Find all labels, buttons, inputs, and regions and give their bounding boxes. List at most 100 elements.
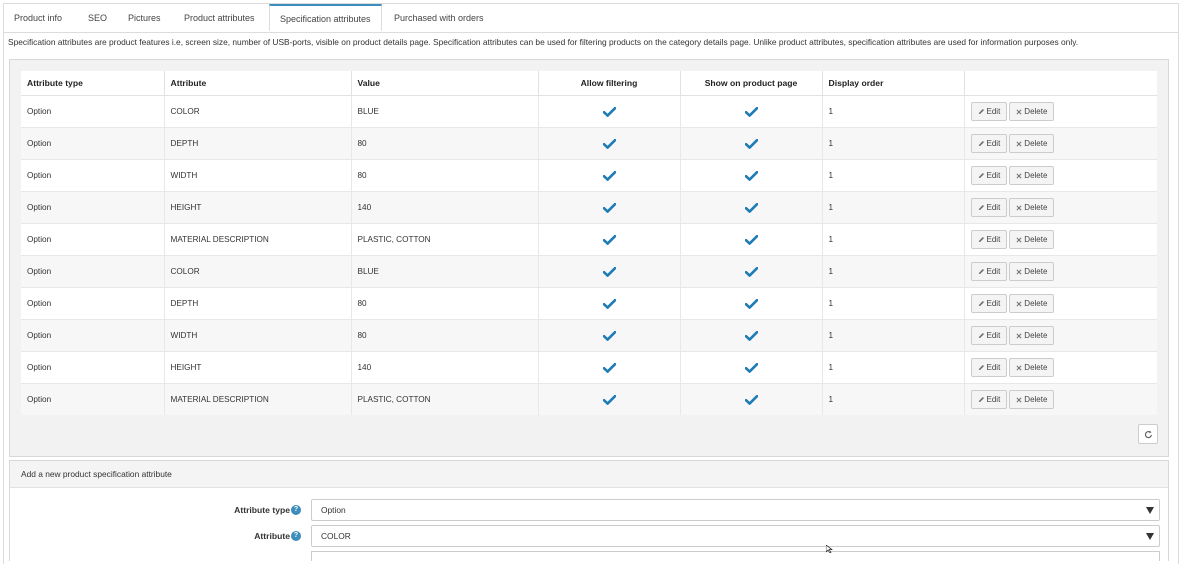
checkmark-icon — [602, 362, 616, 373]
tab-purchased-with-orders[interactable]: Purchased with orders — [384, 4, 494, 32]
cell-attribute-type: Option — [21, 191, 165, 224]
cell-show-on-product-page — [680, 383, 823, 415]
col-attribute[interactable]: Attribute — [164, 71, 352, 96]
cell-actions: Edit Delete — [964, 287, 1157, 320]
x-icon — [1016, 173, 1022, 179]
cell-display-order: 1 — [822, 319, 965, 352]
refresh-icon — [1144, 430, 1152, 438]
delete-label: Delete — [1024, 299, 1048, 308]
cell-attribute: DEPTH — [164, 127, 352, 160]
col-attribute-type[interactable]: Attribute type — [21, 71, 165, 96]
refresh-button[interactable] — [1138, 424, 1158, 444]
edit-button[interactable]: Edit — [970, 198, 1008, 217]
delete-button[interactable]: Delete — [1009, 102, 1055, 121]
cell-display-order: 1 — [822, 287, 965, 320]
cell-allow-filtering — [538, 255, 681, 288]
cell-attribute: COLOR — [164, 255, 352, 288]
cell-allow-filtering — [538, 319, 681, 352]
checkmark-icon — [744, 202, 758, 213]
checkmark-icon — [744, 138, 758, 149]
attribute-type-row: Attribute type ? Option — [10, 499, 1168, 521]
col-show-on-product-page[interactable]: Show on product page — [680, 71, 823, 96]
edit-button[interactable]: Edit — [970, 294, 1008, 313]
delete-button[interactable]: Delete — [1009, 294, 1055, 313]
cell-allow-filtering — [538, 383, 681, 415]
checkmark-icon — [602, 138, 616, 149]
edit-button[interactable]: Edit — [970, 358, 1008, 377]
cell-show-on-product-page — [680, 223, 823, 256]
edit-label: Edit — [986, 171, 1001, 180]
checkmark-icon — [744, 330, 758, 341]
edit-button[interactable]: Edit — [970, 102, 1008, 121]
cell-display-order: 1 — [822, 255, 965, 288]
delete-button[interactable]: Delete — [1009, 262, 1055, 281]
cell-display-order: 1 — [822, 351, 965, 384]
pencil-icon — [978, 173, 984, 179]
cell-attribute: HEIGHT — [164, 351, 352, 384]
caret-down-icon — [1146, 533, 1154, 540]
question-circle-icon[interactable]: ? — [291, 505, 301, 515]
delete-button[interactable]: Delete — [1009, 166, 1055, 185]
attribute-type-select[interactable]: Option — [311, 499, 1160, 521]
checkmark-icon — [602, 298, 616, 309]
pencil-icon — [978, 269, 984, 275]
tab-specification-attributes[interactable]: Specification attributes — [269, 4, 382, 31]
delete-label: Delete — [1024, 203, 1048, 212]
delete-button[interactable]: Delete — [1009, 230, 1055, 249]
table-row: Option HEIGHT 140 1 Edit Delete — [21, 351, 1157, 384]
cell-value: 80 — [351, 127, 539, 160]
tab-pictures[interactable]: Pictures — [118, 4, 171, 32]
col-display-order[interactable]: Display order — [822, 71, 965, 96]
x-icon — [1016, 301, 1022, 307]
cell-attribute-type: Option — [21, 255, 165, 288]
cell-actions: Edit Delete — [964, 159, 1157, 192]
cell-show-on-product-page — [680, 255, 823, 288]
edit-button[interactable]: Edit — [970, 134, 1008, 153]
edit-label: Edit — [986, 203, 1001, 212]
delete-label: Delete — [1024, 363, 1048, 372]
next-field-edge — [311, 551, 1160, 561]
cell-attribute: WIDTH — [164, 159, 352, 192]
table-row: Option DEPTH 80 1 Edit Delete — [21, 127, 1157, 160]
edit-button[interactable]: Edit — [970, 326, 1008, 345]
checkmark-icon — [602, 202, 616, 213]
edit-button[interactable]: Edit — [970, 166, 1008, 185]
cell-actions: Edit Delete — [964, 223, 1157, 256]
tab-product-attributes[interactable]: Product attributes — [174, 4, 265, 32]
edit-button[interactable]: Edit — [970, 262, 1008, 281]
cell-show-on-product-page — [680, 127, 823, 160]
edit-button[interactable]: Edit — [970, 390, 1008, 409]
x-icon — [1016, 365, 1022, 371]
cell-actions: Edit Delete — [964, 351, 1157, 384]
tab-seo[interactable]: SEO — [78, 4, 117, 32]
delete-button[interactable]: Delete — [1009, 326, 1055, 345]
cell-attribute: COLOR — [164, 95, 352, 128]
checkmark-icon — [602, 394, 616, 405]
attribute-select[interactable]: COLOR — [311, 525, 1160, 547]
cell-actions: Edit Delete — [964, 255, 1157, 288]
delete-button[interactable]: Delete — [1009, 390, 1055, 409]
cell-value: 80 — [351, 287, 539, 320]
table-row: Option HEIGHT 140 1 Edit Delete — [21, 191, 1157, 224]
cell-display-order: 1 — [822, 191, 965, 224]
delete-label: Delete — [1024, 171, 1048, 180]
delete-button[interactable]: Delete — [1009, 358, 1055, 377]
delete-button[interactable]: Delete — [1009, 198, 1055, 217]
cell-attribute-type: Option — [21, 95, 165, 128]
cell-value: 140 — [351, 351, 539, 384]
attribute-type-value: Option — [321, 505, 346, 515]
col-allow-filtering[interactable]: Allow filtering — [538, 71, 681, 96]
edit-button[interactable]: Edit — [970, 230, 1008, 249]
delete-button[interactable]: Delete — [1009, 134, 1055, 153]
col-value[interactable]: Value — [351, 71, 539, 96]
checkmark-icon — [744, 170, 758, 181]
tab-product-info[interactable]: Product info — [4, 4, 72, 32]
checkmark-icon — [744, 106, 758, 117]
edit-label: Edit — [986, 331, 1001, 340]
spec-attributes-table: Attribute type Attribute Value Allow fil… — [21, 71, 1157, 415]
question-circle-icon[interactable]: ? — [291, 531, 301, 541]
x-icon — [1016, 237, 1022, 243]
cell-allow-filtering — [538, 287, 681, 320]
attribute-row: Attribute ? COLOR — [10, 525, 1168, 547]
section-description: Specification attributes are product fea… — [8, 37, 1079, 47]
